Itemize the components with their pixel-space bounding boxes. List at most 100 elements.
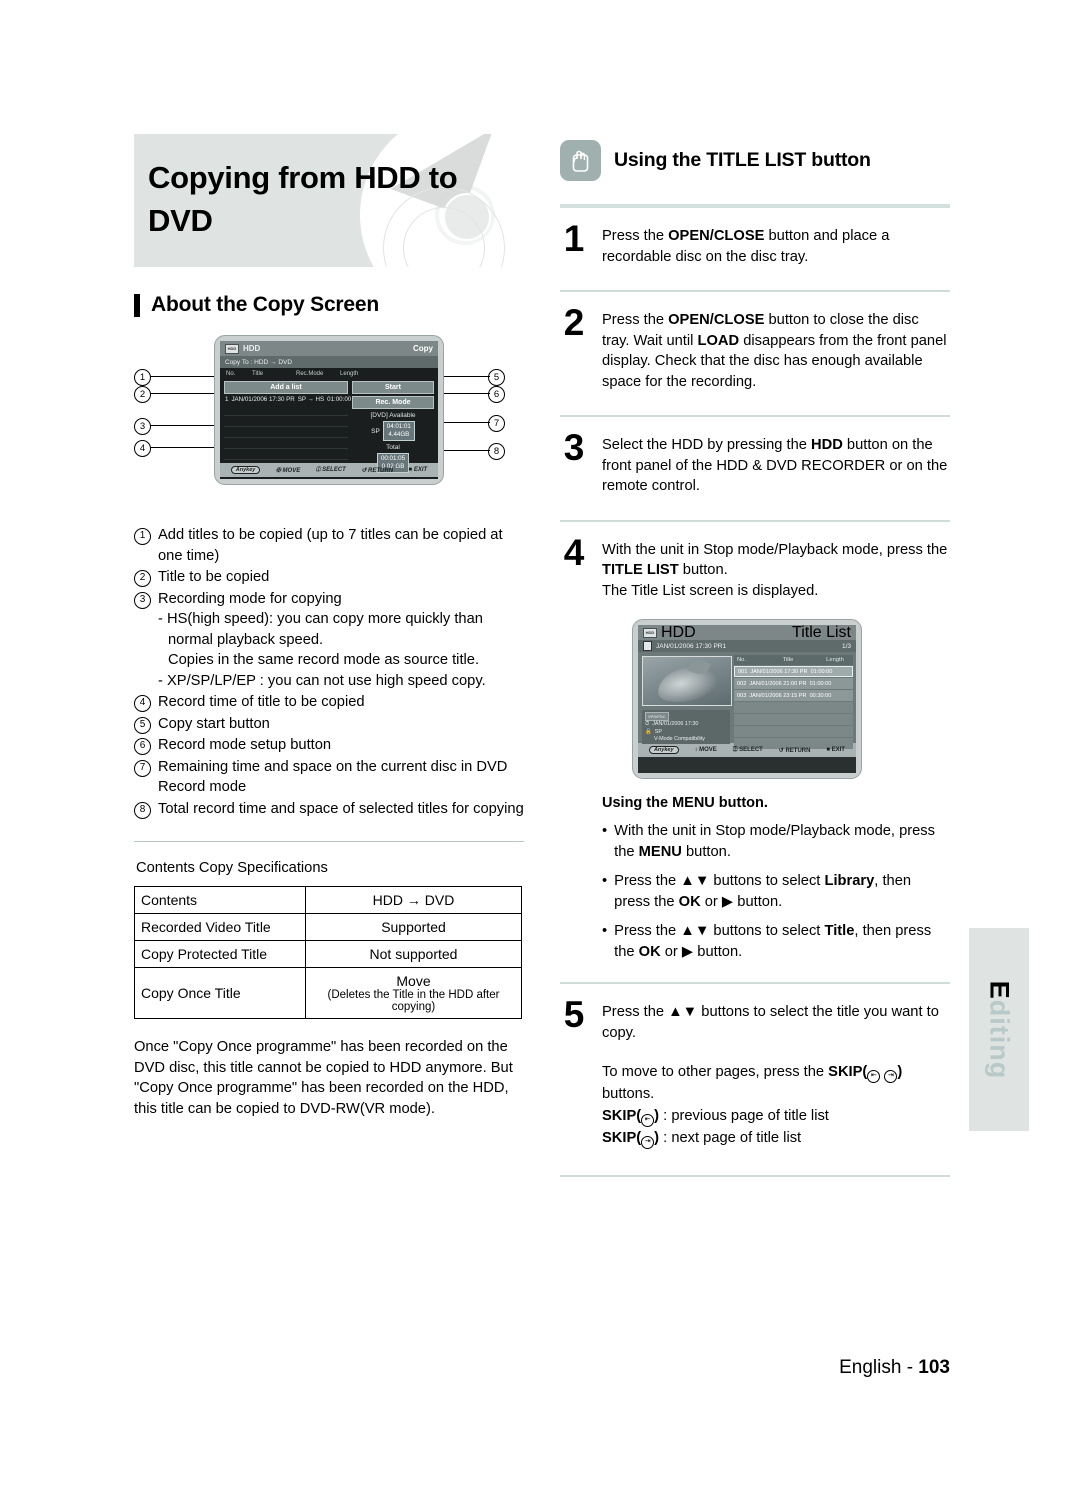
legend-num: 4	[134, 695, 151, 712]
page-title-banner: Copying from HDD to DVD	[134, 134, 524, 267]
tl-current-title: JAN/01/2006 17:30 PR1	[656, 642, 727, 650]
col-title: Title	[252, 370, 264, 377]
available-box: 04:01:01 4.44GB	[382, 421, 415, 441]
manual-page: Copying from HDD to DVD About the Copy S…	[0, 0, 1080, 1487]
title-list-osd: HDD HDD Title List JAN/01/2006 17:30 PR1…	[632, 619, 862, 779]
osd-list-row[interactable]: 1 JAN/01/2006 17:30 PR SP → HS 01:00:00	[224, 394, 351, 405]
legend-num: 3	[134, 591, 151, 609]
tl-row-no: 001	[738, 668, 748, 675]
leader-2	[150, 393, 222, 394]
closing-paragraph: Once "Copy Once programme" has been reco…	[134, 1039, 513, 1117]
osd-copy-direction: Copy To : HDD → DVD	[220, 356, 438, 368]
callout-3: 3	[134, 418, 151, 435]
tl-row[interactable]: 003 JAN/01/2006 23:15 PR 00:30:00	[734, 690, 853, 701]
callout-8: 8	[488, 443, 505, 460]
clock-icon: ⏱	[645, 721, 650, 728]
osd-empty-row	[224, 449, 348, 460]
step-3: 3 Select the HDD by pressing the HDD but…	[560, 429, 950, 497]
menu-subheading: Using the MENU button.	[602, 795, 768, 811]
move-hint: ✠ MOVE	[275, 467, 301, 474]
list-item: • Press the ▲▼ buttons to select Library,…	[602, 871, 950, 912]
tl-titlebar: HDD HDD Title List	[638, 625, 856, 641]
callout-legend: 1 Add titles to be copied (up to 7 titles…	[134, 525, 524, 819]
divider	[560, 1175, 950, 1177]
row-title: JAN/01/2006 17:30 PR	[231, 396, 295, 403]
start-button[interactable]: Start	[352, 381, 434, 394]
bullet-text: With the unit in Stop mode/Playback mode…	[614, 823, 935, 860]
tl-col-title: Title	[782, 657, 794, 663]
divider	[134, 841, 524, 842]
page-footer: English - 103	[839, 1357, 950, 1379]
divider	[560, 415, 950, 417]
lock-icon: 🔓	[645, 728, 652, 735]
tl-column-headers: No. Title Length	[734, 655, 853, 665]
tl-info-panel: VPS/PDC ⏱ JAN/01/2006 17:30 🔓 SP V-Mode Co…	[642, 710, 730, 744]
osd-device-label: HDD	[243, 344, 261, 353]
table-header-row: Contents HDD → DVD	[134, 886, 522, 914]
legend-num: 7	[134, 759, 151, 777]
title-list-figure: HDD HDD Title List JAN/01/2006 17:30 PR1…	[632, 619, 862, 779]
header-direction: HDD → DVD	[305, 886, 522, 914]
osd-column-headers: No. Title Rec.Mode Length	[220, 368, 438, 379]
list-item: • With the unit in Stop mode/Playback mod…	[602, 821, 950, 862]
list-item: • Press the ▲▼ buttons to select Title, t…	[602, 921, 950, 962]
step-2: 2 Press the OPEN/CLOSE button to close t…	[560, 302, 950, 392]
legend-text: Total record time and space of selected …	[158, 800, 524, 817]
tl-list-panel: No. Title Length 001 JAN/01/2006 17:30 P…	[734, 652, 856, 749]
spec-table-title: Contents Copy Specifications	[136, 860, 328, 876]
legend-num: 8	[134, 801, 151, 819]
hdd-icon: HDD	[225, 343, 239, 354]
return-hint: ↺ RETURN	[361, 467, 394, 474]
legend-sub: Copies in the same record mode as source…	[168, 652, 480, 668]
legend-item: 3 Recording mode for copying - HS(high s…	[134, 589, 524, 692]
callout-1: 1	[134, 369, 151, 386]
rec-mode-button[interactable]: Rec. Mode	[352, 396, 434, 409]
dvd-available-label: [DVD] Available	[370, 412, 416, 419]
legend-text: Record time of title to be copied	[158, 694, 365, 710]
callout-6: 6	[488, 386, 505, 403]
available-size: 4.44GB	[388, 431, 410, 438]
add-a-list-button[interactable]: Add a list	[224, 381, 348, 394]
tl-device-label: HDD	[661, 625, 696, 641]
tl-info-date: JAN/01/2006 17:30	[652, 721, 699, 728]
side-tab-editing: Editing	[969, 928, 1029, 1131]
section-heading: About the Copy Screen	[134, 293, 524, 317]
osd-empty-row	[224, 416, 348, 427]
row-label: Recorded Video Title	[134, 913, 306, 941]
legend-item: 4 Record time of title to be copied	[134, 692, 524, 713]
tl-page-indicator: 1/3	[841, 642, 851, 650]
divider	[560, 982, 950, 984]
osd-empty-row	[224, 438, 348, 449]
osd-empty-row	[224, 427, 348, 438]
step-number: 1	[563, 218, 585, 259]
leader-1	[150, 376, 222, 377]
thumbnail-preview	[642, 656, 732, 706]
step-5: 5 Press the ▲▼ buttons to select the tit…	[560, 996, 950, 1043]
tl-row-selected[interactable]: 001 JAN/01/2006 17:30 PR 01:00:00	[734, 666, 853, 677]
right-column: Using the TITLE LIST button 1 Press the …	[560, 140, 950, 1177]
legend-sub: - XP/SP/LP/EP : you can not use high spe…	[158, 672, 486, 689]
exit-hint: ■ EXIT	[826, 747, 845, 753]
osd-empty-row	[224, 405, 348, 416]
tl-mode-label: Title List	[792, 625, 851, 641]
table-row: Copy Protected Title Not supported	[134, 940, 522, 968]
tl-row-length: 01:00:00	[809, 680, 832, 687]
table-row: Recorded Video Title Supported	[134, 913, 522, 941]
select-hint: ⎅ SELECT	[315, 466, 346, 473]
tl-row-length: 01:00:00	[810, 668, 833, 675]
header-contents: Contents	[134, 886, 306, 914]
total-label: Total	[386, 444, 400, 451]
step-number: 4	[563, 531, 585, 573]
tl-col-no: No.	[737, 657, 747, 663]
move-hint: ↕ MOVE	[694, 747, 717, 753]
legend-item: 7 Remaining time and space on the current…	[134, 757, 524, 798]
anykey-button[interactable]: Anykey	[230, 466, 261, 474]
col-length: Length	[340, 370, 359, 377]
callout-2: 2	[134, 386, 151, 403]
tl-row[interactable]: 002 JAN/01/2006 21:00 PR 01:00:00	[734, 678, 853, 689]
step-number: 2	[563, 302, 585, 343]
hand-press-icon	[560, 140, 601, 181]
anykey-button[interactable]: Anykey	[648, 746, 679, 754]
right-heading-label: Using the TITLE LIST button	[614, 149, 871, 171]
skip-next-line: SKIP(⇥) : next page of title list	[602, 1127, 950, 1149]
